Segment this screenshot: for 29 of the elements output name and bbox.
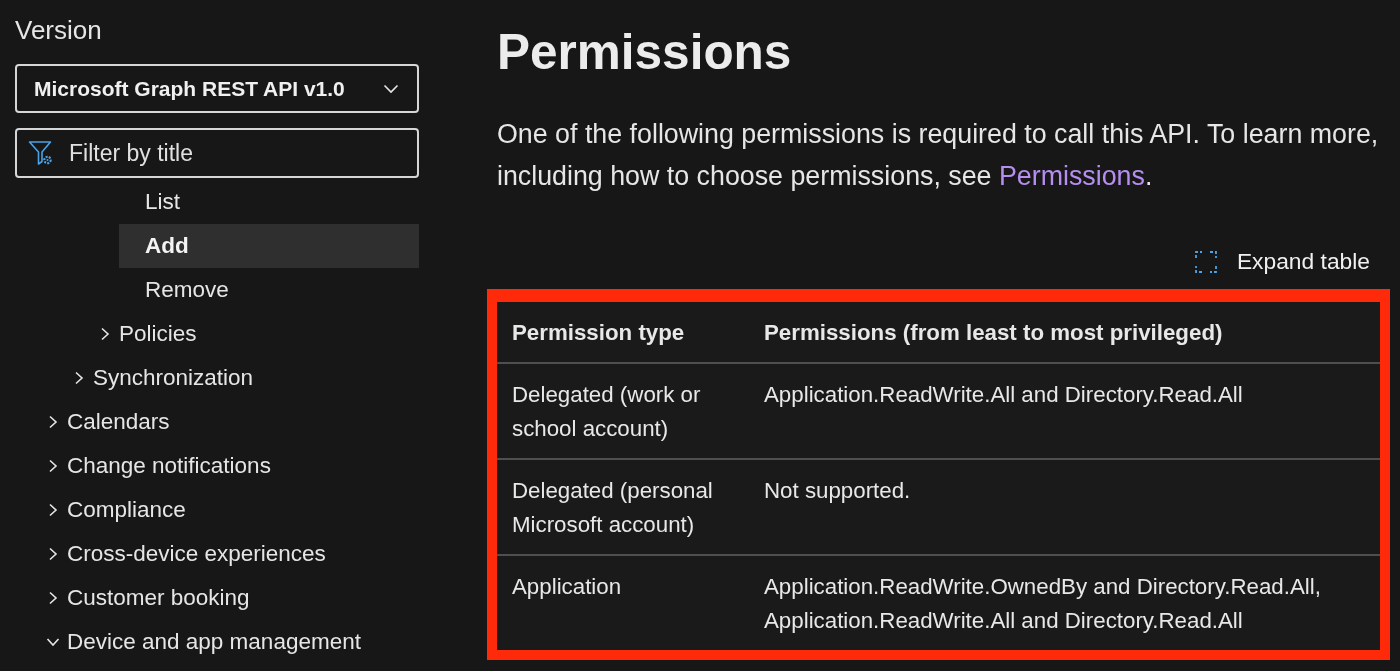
toc-item[interactable]: Policies [93, 312, 419, 356]
table-cell: Application [497, 555, 749, 650]
toc-item[interactable]: Device and app management [41, 620, 419, 664]
page-title: Permissions [497, 23, 792, 81]
column-header: Permissions (from least to most privileged) [749, 302, 1380, 363]
toc-item[interactable]: Calendars [41, 400, 419, 444]
table-cell: Delegated (personal Microsoft account) [497, 459, 749, 555]
version-dropdown[interactable]: Microsoft Graph REST API v1.0 [15, 64, 419, 113]
toc-item[interactable]: Synchronization [67, 356, 419, 400]
table-cell: Application.ReadWrite.All and Directory.Read.All [749, 363, 1380, 459]
expand-table-button[interactable]: Expand table [1190, 246, 1374, 277]
column-header: Permission type [497, 302, 749, 363]
version-label: Version [15, 14, 102, 47]
intro-text: One of the following permissions is required to call this API. To learn more, including how to choose permissions, see Permissions. [497, 118, 1380, 193]
table-cell: Delegated (work or school account) [497, 363, 749, 459]
filter-icon [28, 140, 54, 166]
toc-item[interactable]: List [119, 180, 419, 224]
permissions-link[interactable]: Permissions [999, 161, 1145, 191]
toc-item[interactable]: Customer booking [41, 576, 419, 620]
toc-item[interactable]: Change notifications [41, 444, 419, 488]
caret-icon [383, 83, 399, 94]
filter-field[interactable]: Filter by title [15, 128, 419, 178]
toc-item[interactable]: Compliance [41, 488, 419, 532]
table-cell: Application.ReadWrite.OwnedBy and Directory.Read.All, Application.ReadWrite.All and Directory.Read.All [749, 555, 1380, 650]
toc-item[interactable]: Cross-device experiences [41, 532, 419, 576]
expand-icon [1194, 250, 1217, 273]
toc-item[interactable]: Remove [119, 268, 419, 312]
table-cell: Not supported. [749, 459, 1380, 555]
toc-item[interactable]: Add [119, 224, 419, 268]
